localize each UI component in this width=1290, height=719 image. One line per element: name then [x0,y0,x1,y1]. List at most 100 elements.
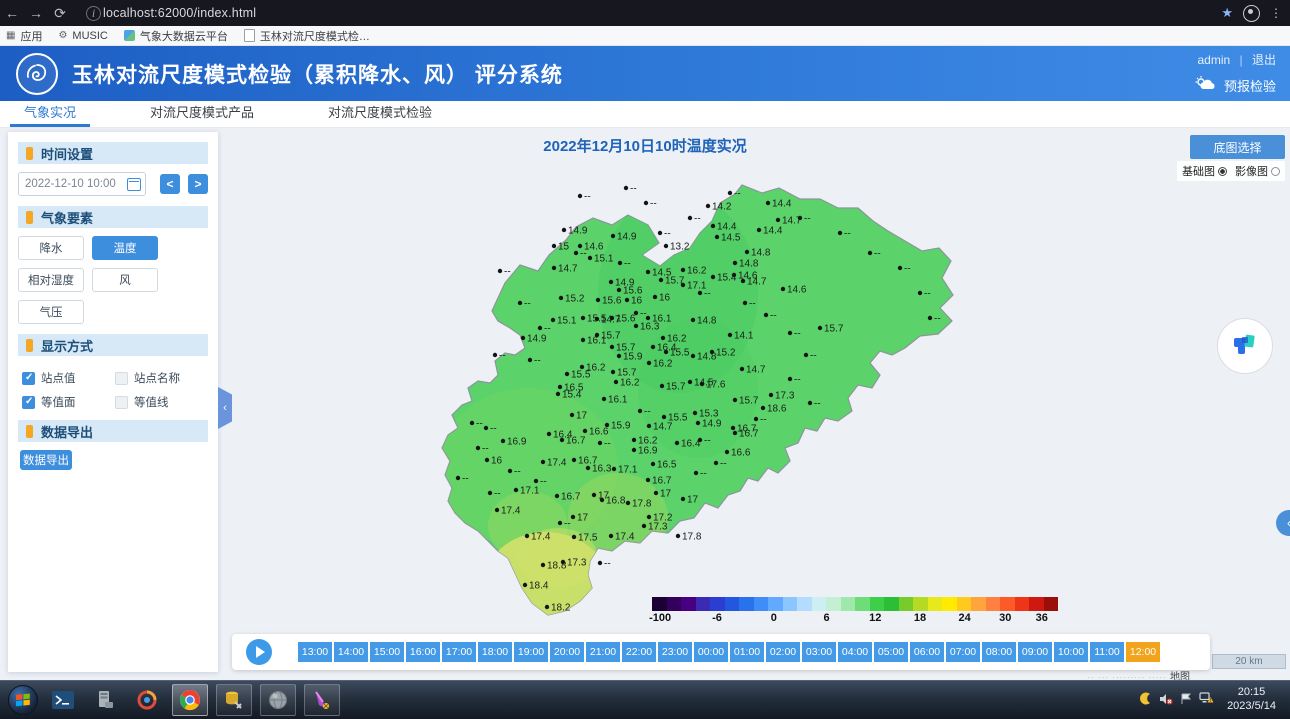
globe-icon[interactable] [260,684,296,716]
database-tool-icon[interactable] [216,684,252,716]
time-chip[interactable]: 19:00 [514,642,548,662]
forecast-check-link[interactable]: 预报检验 [1224,76,1276,95]
time-chip[interactable]: 00:00 [694,642,728,662]
forward-icon[interactable]: → [24,5,48,21]
time-chip[interactable]: 22:00 [622,642,656,662]
station-point [595,317,599,321]
tab-item[interactable]: 对流尺度模式产品 [136,102,268,127]
refresh-icon[interactable]: ⟳ [48,5,72,22]
time-chip[interactable]: 10:00 [1054,642,1088,662]
time-chip[interactable]: 09:00 [1018,642,1052,662]
station-value: 14.9 [702,419,722,430]
action-center-flag-icon[interactable] [1180,693,1192,708]
station-point [617,288,621,292]
time-chip[interactable]: 08:00 [982,642,1016,662]
time-chip[interactable]: 03:00 [802,642,836,662]
apps-grid-icon: ▦ [6,31,15,41]
display-option[interactable]: 站点值 [22,370,115,386]
bookmark-item[interactable]: ⚙MUSIC [58,30,107,42]
element-button[interactable]: 降水 [18,236,84,260]
browser-menu-icon[interactable]: ⋮ [1270,6,1282,20]
bookmark-item[interactable]: 气象大数据云平台 [124,28,228,44]
element-button[interactable]: 风 [92,268,158,292]
volume-muted-icon[interactable] [1159,693,1173,708]
address-bar[interactable]: localhost:62000/index.html [103,6,256,20]
back-icon[interactable]: ← [0,5,24,21]
pen-app-icon[interactable] [304,684,340,716]
bookmark-item[interactable]: ▦应用 [6,28,42,44]
time-chip[interactable]: 12:00 [1126,642,1160,662]
station-point [728,191,732,195]
main-tab-bar: 气象实况 对流尺度模式产品 对流尺度模式检验 [0,101,1290,128]
bookmark-item[interactable]: 玉林对流尺度模式检… [244,28,370,44]
play-button[interactable] [246,639,272,665]
logout-link[interactable]: 退出 [1252,53,1276,67]
basemap-select-button[interactable]: 底图选择 [1190,135,1285,159]
station-value: -- [494,489,501,500]
display-option[interactable]: 等值面 [22,394,115,410]
calendar-icon[interactable] [127,178,141,191]
checkbox-icon[interactable] [115,396,128,409]
time-chip[interactable]: 02:00 [766,642,800,662]
checkbox-icon[interactable] [22,396,35,409]
tab-active[interactable]: 气象实况 [10,102,90,127]
bookmark-star-icon[interactable]: ★ [1221,5,1233,21]
time-chip[interactable]: 17:00 [442,642,476,662]
station-value: -- [904,264,911,275]
time-chip[interactable]: 23:00 [658,642,692,662]
tray-app-icon[interactable] [1139,692,1152,708]
element-section-label: 气象要素 [41,208,93,227]
tab-item[interactable]: 对流尺度模式检验 [314,102,446,127]
profile-avatar-icon[interactable] [1243,5,1260,22]
time-chip[interactable]: 06:00 [910,642,944,662]
chrome-icon[interactable] [172,684,208,716]
time-chip[interactable]: 20:00 [550,642,584,662]
export-data-button[interactable]: 数据导出 [20,450,72,470]
checkbox-icon[interactable] [115,372,128,385]
time-chip[interactable]: 13:00 [298,642,332,662]
radio-icon[interactable] [1271,167,1280,176]
time-chip[interactable]: 14:00 [334,642,368,662]
tencent-map-logo-icon[interactable] [1217,318,1273,374]
legend-tick-label: -100 [649,612,671,624]
basemap-option[interactable]: 基础图 [1182,163,1227,179]
display-option[interactable]: 站点名称 [115,370,208,386]
time-chip[interactable]: 18:00 [478,642,512,662]
network-warning-icon[interactable]: ! [1199,692,1214,708]
radio-icon[interactable] [1218,167,1227,176]
time-chip[interactable]: 04:00 [838,642,872,662]
server-manager-icon[interactable] [88,685,122,715]
element-button[interactable]: 温度 [92,236,158,260]
time-chip[interactable]: 05:00 [874,642,908,662]
display-section-header: 显示方式 [18,334,208,356]
user-name[interactable]: admin [1197,53,1230,67]
time-chip[interactable]: 01:00 [730,642,764,662]
clock-date: 2023/5/14 [1227,700,1276,714]
checkbox-icon[interactable] [22,372,35,385]
station-point [596,298,600,302]
site-info-icon[interactable]: i [86,6,101,21]
time-chip[interactable]: 07:00 [946,642,980,662]
legend-swatch [1029,597,1044,611]
time-prev-button[interactable]: < [160,174,180,194]
time-chip[interactable]: 15:00 [370,642,404,662]
taskbar-clock[interactable]: 20:15 2023/5/14 [1221,686,1282,714]
start-button[interactable] [8,685,38,715]
station-value: 17.4 [531,532,551,543]
station-value: 14.6 [787,285,807,296]
display-option[interactable]: 等值线 [115,394,208,410]
element-button[interactable]: 相对湿度 [18,268,84,292]
red-swirl-app-icon[interactable] [130,685,164,715]
time-chip[interactable]: 11:00 [1090,642,1124,662]
basemap-option[interactable]: 影像图 [1235,163,1280,179]
station-point [525,534,529,538]
time-next-button[interactable]: > [188,174,208,194]
station-point [611,370,615,374]
legend-swatch [1044,597,1059,611]
element-button[interactable]: 气压 [18,300,84,324]
powershell-icon[interactable] [46,685,80,715]
time-chip[interactable]: 16:00 [406,642,440,662]
time-chip[interactable]: 21:00 [586,642,620,662]
datetime-input[interactable]: 2022-12-10 10:00 [18,172,146,196]
station-point [688,380,692,384]
